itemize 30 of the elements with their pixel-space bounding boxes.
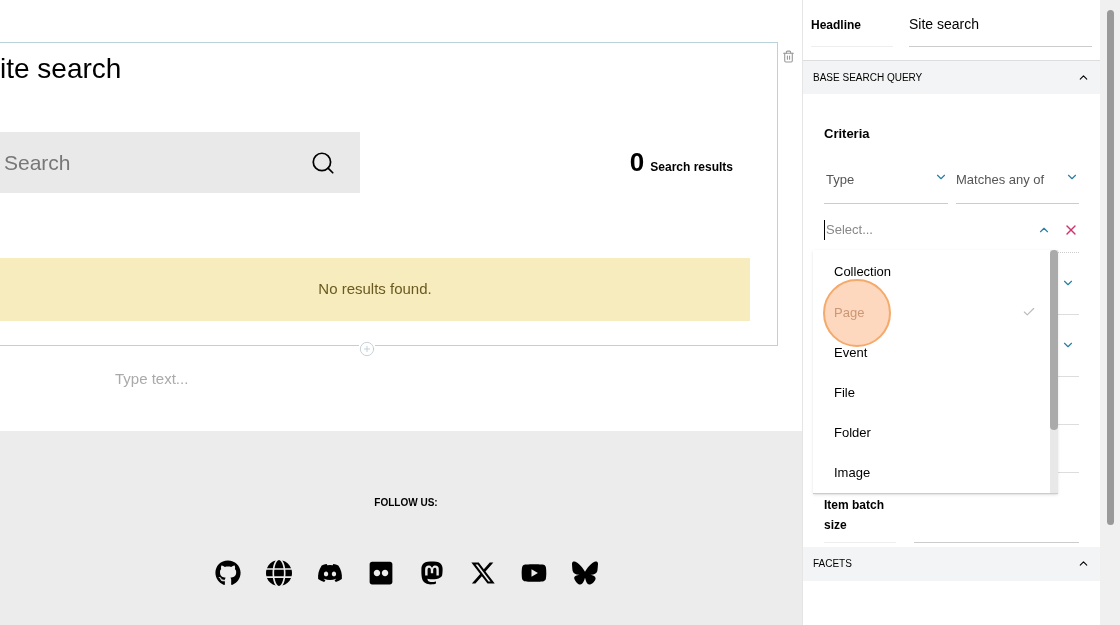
dropdown-option[interactable]: Collection	[813, 252, 1050, 293]
block-title: ite search	[0, 52, 123, 86]
butterfly-icon[interactable]	[571, 560, 598, 586]
dropdown-option[interactable]: Event	[813, 332, 1050, 373]
dropdown-option[interactable]: Image	[813, 452, 1050, 494]
operator-select[interactable]: Matches any of	[956, 163, 1079, 204]
criteria-label: Criteria	[824, 125, 871, 143]
section-header[interactable]: FACETS	[803, 546, 1100, 581]
dropdown-scrollbar[interactable]	[1050, 250, 1058, 430]
search-field[interactable]: Search	[0, 132, 360, 193]
search-icon[interactable]	[310, 149, 336, 176]
mastodon-icon[interactable]	[418, 560, 445, 586]
headline-label: Headline	[811, 18, 861, 32]
x-icon[interactable]	[469, 560, 496, 586]
flickr-icon[interactable]	[367, 560, 394, 586]
github-icon[interactable]	[214, 560, 241, 586]
scrollbar-thumb[interactable]	[1106, 10, 1114, 525]
result-label: Search results	[650, 159, 733, 176]
section-header[interactable]: BASE SEARCH QUERY	[803, 60, 1100, 94]
value-select-field[interactable]: Select...	[824, 220, 1024, 240]
headline-field[interactable]: Site search	[909, 0, 1092, 47]
field-select[interactable]: Type	[824, 163, 948, 204]
empty-message: No results found.	[318, 279, 432, 300]
delete-icon[interactable]	[782, 50, 795, 63]
search-input[interactable]: Search	[0, 132, 290, 193]
dropdown-option[interactable]: File	[813, 372, 1050, 413]
globe-icon[interactable]	[265, 560, 292, 586]
result-count: 0	[629, 146, 645, 179]
dropdown-option[interactable]: Folder	[813, 412, 1050, 453]
follow-label: FOLLOW US:	[374, 496, 438, 510]
